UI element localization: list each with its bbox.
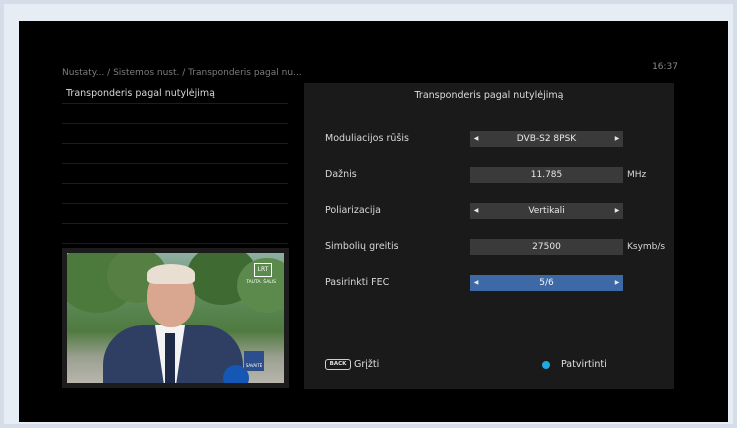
list-item	[62, 144, 288, 164]
frequency-input[interactable]: 11.785	[470, 167, 623, 183]
symbol-rate-row: Simbolių greitis 27500 Ksymb/s	[325, 239, 665, 255]
settings-list: Transponderis pagal nutylėjimą	[62, 84, 288, 244]
list-item	[62, 224, 288, 244]
clock: 16:37	[652, 62, 678, 72]
symbol-rate-value: 27500	[532, 242, 561, 252]
back-label: Grįžti	[354, 359, 380, 370]
blue-button-icon	[542, 361, 550, 369]
list-item	[62, 164, 288, 184]
modulation-value: DVB-S2 8PSK	[516, 134, 577, 144]
list-item	[62, 124, 288, 144]
video-frame: LRT TAUTA. ŠALIS SAVAITĖ	[67, 253, 284, 383]
symbol-rate-input[interactable]: 27500	[470, 239, 623, 255]
reporter-tie	[165, 333, 175, 383]
live-tv-preview: LRT TAUTA. ŠALIS SAVAITĖ	[62, 248, 289, 388]
list-item	[62, 184, 288, 204]
symbol-rate-unit: Ksymb/s	[627, 242, 666, 252]
fec-row: Pasirinkti FEC ◀ 5/6 ▶	[325, 275, 665, 291]
arrow-left-icon[interactable]: ◀	[471, 203, 481, 219]
symbol-rate-label: Simbolių greitis	[325, 241, 399, 252]
arrow-right-icon[interactable]: ▶	[612, 275, 622, 291]
frequency-unit: MHz	[627, 170, 647, 180]
arrow-left-icon[interactable]: ◀	[471, 275, 481, 291]
modulation-select[interactable]: ◀ DVB-S2 8PSK ▶	[470, 131, 623, 147]
arrow-left-icon[interactable]: ◀	[471, 131, 481, 147]
frequency-row: Dažnis 11.785 MHz	[325, 167, 665, 183]
fec-select[interactable]: ◀ 5/6 ▶	[470, 275, 623, 291]
polarization-label: Poliarizacija	[325, 205, 381, 216]
reporter-hair	[147, 264, 195, 284]
channel-logo: LRT	[254, 263, 272, 277]
list-item	[62, 104, 288, 124]
fec-value: 5/6	[539, 278, 554, 288]
list-item-default-transponder[interactable]: Transponderis pagal nutylėjimą	[62, 84, 288, 104]
show-badge: SAVAITĖ	[244, 351, 264, 371]
polarization-select[interactable]: ◀ Vertikali ▶	[470, 203, 623, 219]
modulation-row: Moduliacijos rūšis ◀ DVB-S2 8PSK ▶	[325, 131, 665, 147]
fec-label: Pasirinkti FEC	[325, 277, 390, 288]
transponder-settings-panel: Transponderis pagal nutylėjimą Moduliaci…	[304, 83, 674, 389]
list-item	[62, 204, 288, 224]
confirm-label: Patvirtinti	[561, 359, 607, 370]
arrow-right-icon[interactable]: ▶	[612, 131, 622, 147]
frequency-value: 11.785	[530, 170, 563, 180]
channel-subtitle: TAUTA. ŠALIS	[246, 280, 276, 285]
breadcrumb: Nustaty... / Sistemos nust. / Transponde…	[62, 68, 302, 78]
arrow-right-icon[interactable]: ▶	[612, 203, 622, 219]
frequency-label: Dažnis	[325, 169, 357, 180]
back-key-icon: BACK	[325, 359, 351, 370]
polarization-value: Vertikali	[528, 206, 565, 216]
tv-screen: Nustaty... / Sistemos nust. / Transponde…	[19, 21, 728, 422]
modulation-label: Moduliacijos rūšis	[325, 133, 409, 144]
polarization-row: Poliarizacija ◀ Vertikali ▶	[325, 203, 665, 219]
panel-title: Transponderis pagal nutylėjimą	[414, 90, 564, 101]
